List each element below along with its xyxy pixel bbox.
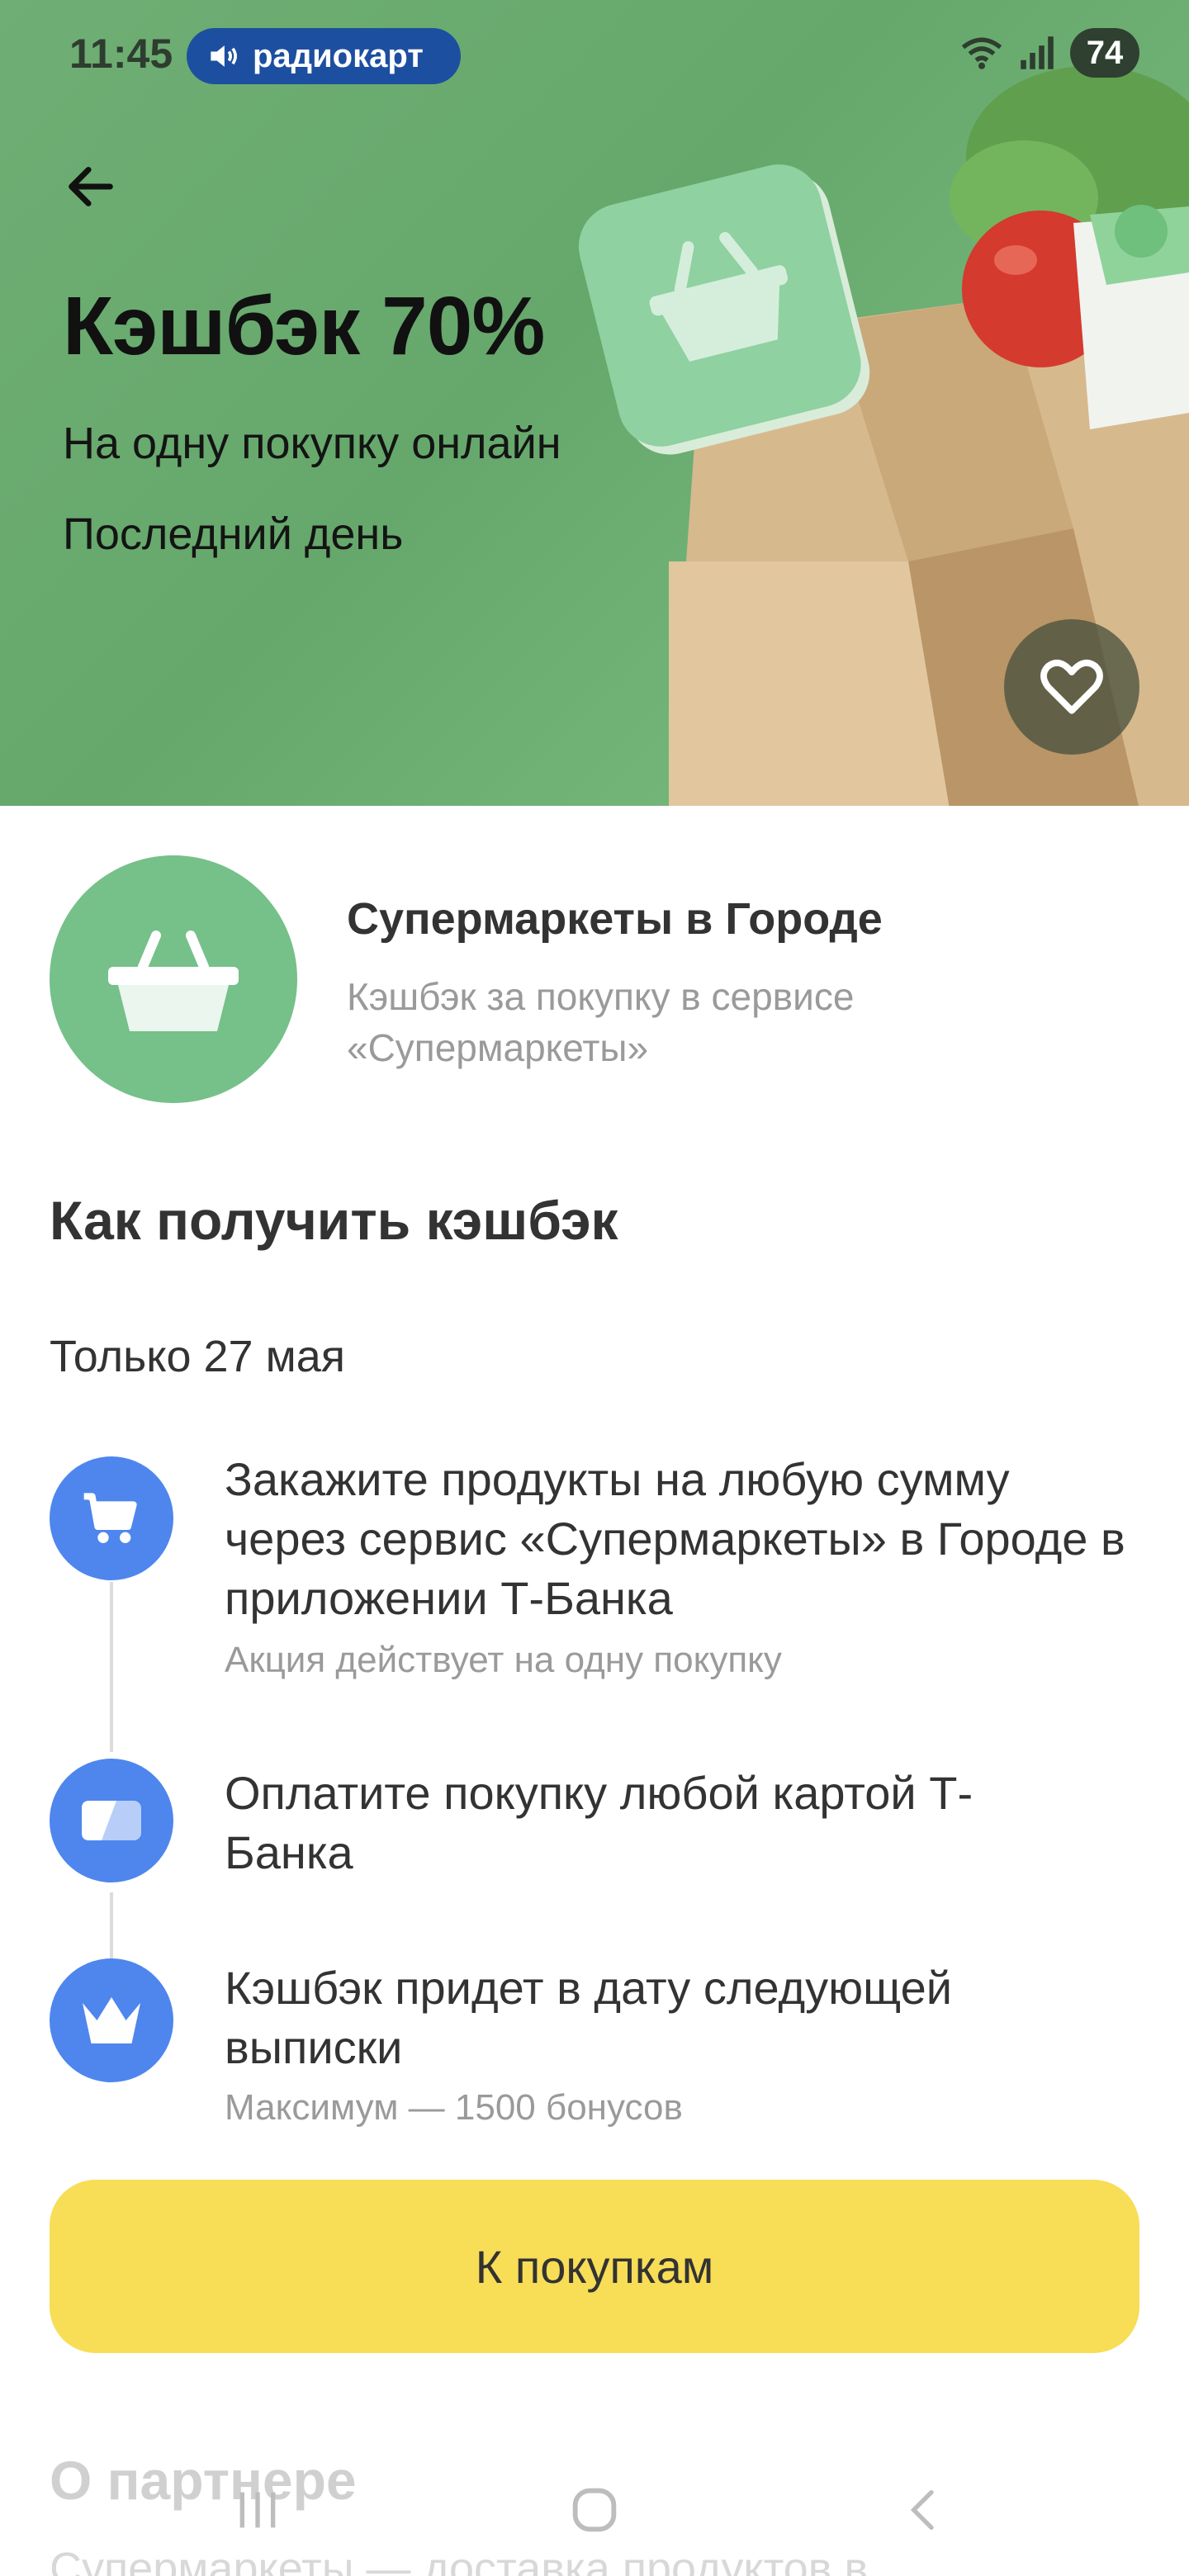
step-text-3: Кэшбэк придет в дату следующей выписки [225,1962,952,2073]
section-title-how-to: Как получить кэшбэк [50,1190,618,1251]
speaker-icon [211,45,237,67]
partner-logo [50,855,297,1103]
favorite-button[interactable] [1004,619,1139,755]
partner-description: Кэшбэк за покупку в сервисе «Супермаркет… [347,975,855,1069]
back-button[interactable] [50,145,132,228]
page-title: Кэшбэк 70% [63,280,545,372]
step-text-1: Закажите продукты на любую сумму через с… [225,1453,1125,1624]
wifi-icon [961,37,1002,69]
recent-apps-button[interactable] [216,2469,299,2551]
status-bar: 11:45 радиокарт 74 [0,0,1189,116]
cart-icon [83,1493,137,1543]
arrow-left-icon [69,167,113,206]
step-text-2: Оплатите покупку любой картой Т-Банка [225,1767,973,1878]
step-icon-2 [50,1759,173,1882]
hero-banner: 11:45 радиокарт 74 Кэшбэк 70% На одну по… [0,0,1189,806]
step-note-1: Акция действует на одну покупку [225,1640,782,1680]
partner-name: Супермаркеты в Городе [347,894,883,944]
basket-icon [108,930,239,1031]
battery-indicator: 74 [1070,28,1139,78]
hero-subtitle: На одну покупку онлайн [63,419,561,468]
step-icon-1 [50,1456,173,1580]
signal-icon [1021,36,1054,69]
media-pill[interactable]: радиокарт [187,28,461,84]
to-shopping-button[interactable]: К покупкам [50,2180,1139,2353]
home-button[interactable] [553,2469,636,2551]
crown-icon [83,1997,140,2043]
media-pill-label: радиокарт [253,37,424,74]
home-icon [572,2488,617,2532]
step-connector [110,1582,113,1752]
heart-icon [1040,659,1103,714]
step-note-3: Максимум — 1500 бонусов [225,2087,683,2128]
status-time: 11:45 [69,31,173,77]
status-icons: 74 [959,28,1139,78]
step-icon-3 [50,1958,173,2082]
recent-apps-icon [239,2492,276,2528]
card-icon [82,1801,141,1840]
system-nav-bar [0,2444,1189,2576]
hero-deadline: Последний день [63,509,404,559]
chevron-left-icon [910,2490,934,2530]
date-note: Только 27 мая [50,1332,345,1381]
system-back-button[interactable] [883,2469,966,2551]
